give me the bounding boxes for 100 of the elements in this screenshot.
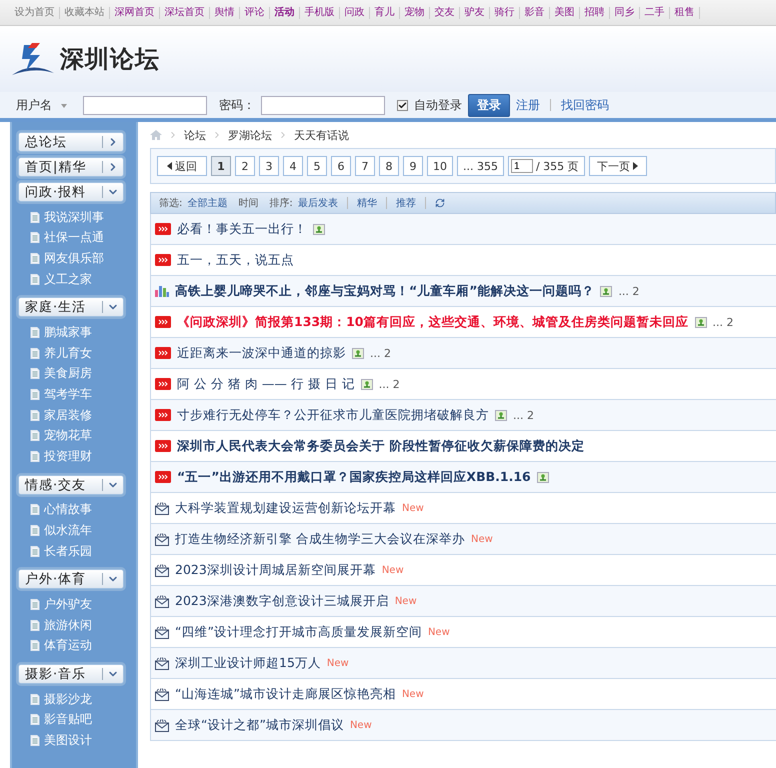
thread-title[interactable]: 必看！事关五一出行！ bbox=[177, 220, 307, 238]
thread-title[interactable]: 深圳市人民代表大会常务委员会关于 阶段性暂停征收欠薪保障费的决定 bbox=[177, 438, 584, 454]
thread-title[interactable]: “山海连城”城市设计走廊展区惊艳亮相 bbox=[175, 686, 396, 702]
page-button[interactable]: 7 bbox=[355, 156, 375, 176]
thread-title[interactable]: 深圳工业设计师超15万人 bbox=[175, 654, 321, 672]
breadcrumb-link[interactable]: 论坛 bbox=[184, 128, 206, 142]
forum-group-button[interactable]: 首页|精华 bbox=[18, 157, 124, 177]
register-link[interactable]: 注册 bbox=[516, 96, 540, 114]
envelope-icon bbox=[155, 718, 169, 732]
document-icon bbox=[30, 450, 40, 462]
password-field[interactable] bbox=[261, 96, 385, 114]
sort-link[interactable]: 最后发表 bbox=[298, 196, 338, 210]
nav-link[interactable]: 收藏本站 bbox=[60, 6, 110, 18]
thread-title[interactable]: “四维”设计理念打开城市高质量发展新空间 bbox=[175, 624, 422, 640]
recover-password-link[interactable]: 找回密码 bbox=[561, 96, 609, 114]
thread-title[interactable]: 阿 公 分 猪 肉 —— 行 摄 日 记 bbox=[177, 376, 355, 392]
page-button[interactable]: 1 bbox=[211, 156, 231, 176]
nav-link[interactable]: 设为首页 bbox=[10, 6, 60, 18]
document-icon bbox=[30, 430, 40, 442]
digest-link[interactable]: 精华 bbox=[356, 196, 377, 210]
forum-group-button[interactable]: 情感·交友 bbox=[18, 474, 124, 495]
document-icon bbox=[30, 212, 40, 223]
breadcrumb-link[interactable]: 罗湖论坛 bbox=[228, 128, 272, 142]
nav-link[interactable]: 骑行 bbox=[490, 6, 520, 18]
envelope-icon bbox=[155, 626, 169, 638]
page-link[interactable]: ... 2 bbox=[378, 378, 400, 390]
nav-link[interactable]: 招聘 bbox=[580, 6, 610, 18]
thread-title[interactable]: “五一”出游还用不用戴口罩？国家疾控局这样回应XBB.1.16 bbox=[177, 468, 531, 486]
left-triangle-icon bbox=[167, 162, 172, 170]
nav-link[interactable]: 同乡 bbox=[610, 6, 640, 18]
envelope-icon bbox=[155, 532, 169, 546]
thread-title[interactable]: 近距离来一波深中通道的掠影 bbox=[177, 344, 346, 362]
thread-title[interactable]: 打造生物经济新引擎 合成生物学三大会议在深举办 bbox=[175, 530, 465, 548]
forum-group-button[interactable]: 总论坛 bbox=[18, 132, 124, 152]
page-button[interactable]: 10 bbox=[427, 156, 453, 176]
page-button[interactable]: 6 bbox=[331, 156, 351, 176]
time-link[interactable]: 时间 bbox=[238, 196, 258, 210]
hot-thread-icon bbox=[155, 347, 171, 359]
nav-link[interactable]: 深坛首页 bbox=[160, 6, 210, 18]
page-button[interactable]: 5 bbox=[307, 156, 327, 176]
page-button[interactable]: 4 bbox=[283, 156, 303, 176]
page-button[interactable]: 8 bbox=[379, 156, 399, 176]
page-link[interactable]: ... 2 bbox=[712, 316, 734, 328]
forum-group-button[interactable]: 家庭·生活 bbox=[18, 297, 124, 318]
page-button[interactable]: ... 355 bbox=[457, 156, 504, 176]
thread-title[interactable]: 寸步难行无处停车？公开征求市儿童医院拥堵破解良方 bbox=[177, 406, 489, 424]
next-page-button[interactable]: 下一页 bbox=[588, 156, 647, 176]
forum-group-button[interactable]: 摄影·音乐 bbox=[18, 664, 124, 684]
nav-link[interactable]: 影音 bbox=[520, 6, 550, 18]
new-label: New bbox=[326, 658, 349, 668]
thread-title[interactable]: 高铁上婴儿啼哭不止，邻座与宝妈对骂！“儿童车厢”能解决这一问题吗？ bbox=[175, 282, 594, 300]
new-label: New bbox=[470, 534, 493, 544]
document-icon bbox=[30, 504, 40, 516]
page-button[interactable]: 3 bbox=[259, 156, 279, 176]
refresh-icon[interactable] bbox=[434, 198, 445, 208]
home-icon[interactable] bbox=[150, 130, 162, 140]
nav-link[interactable]: 育儿 bbox=[370, 6, 400, 18]
new-label: New bbox=[428, 626, 450, 638]
forum-group-button[interactable]: 户外·体育 bbox=[18, 569, 124, 590]
page-link[interactable]: ... 2 bbox=[618, 284, 640, 298]
hot-thread-icon bbox=[155, 378, 171, 390]
nav-link[interactable]: 评论 bbox=[240, 6, 270, 18]
thread-title[interactable]: 2023深圳设计周城居新空间展开幕 bbox=[175, 562, 376, 578]
nav-link[interactable]: 问政 bbox=[340, 6, 370, 18]
nav-link[interactable]: 手机版 bbox=[300, 6, 340, 18]
thread-title[interactable]: 2023深港澳数字创意设计三城展开启 bbox=[175, 592, 389, 610]
logo-icon bbox=[10, 41, 56, 77]
document-icon bbox=[30, 714, 40, 726]
forum-group-button[interactable]: 问政·报料 bbox=[18, 182, 124, 202]
hot-thread-icon bbox=[155, 409, 171, 421]
thread-title[interactable]: 《问政深圳》简报第133期：10篇有回应，这些交通、环境、城管及住房类问题暂未回应 bbox=[177, 314, 688, 330]
thread-title[interactable]: 大科学装置规划建设运营创新论坛开幕 bbox=[175, 500, 396, 516]
username-label[interactable]: 用户名 bbox=[16, 96, 52, 114]
nav-link[interactable]: 美图 bbox=[550, 6, 580, 18]
document-icon bbox=[30, 599, 40, 610]
page-link[interactable]: ... 2 bbox=[513, 408, 534, 422]
nav-link[interactable]: 交友 bbox=[430, 6, 460, 18]
nav-link[interactable]: 舆情 bbox=[210, 6, 240, 18]
nav-link[interactable]: 深网首页 bbox=[110, 6, 160, 18]
breadcrumb-link[interactable]: 天天有话说 bbox=[294, 128, 349, 142]
nav-link[interactable]: 宠物 bbox=[400, 6, 430, 18]
login-button[interactable]: 登录 bbox=[468, 94, 510, 116]
sort-label: 排序: bbox=[269, 196, 293, 210]
page-number-field[interactable]: 1 bbox=[510, 159, 533, 173]
recommend-link[interactable]: 推荐 bbox=[396, 196, 416, 210]
nav-link[interactable]: 活动 bbox=[270, 6, 300, 18]
thread-title[interactable]: 五一，五天，说五点 bbox=[177, 252, 294, 268]
auto-login-checkbox[interactable] bbox=[397, 100, 408, 110]
envelope-icon bbox=[155, 656, 169, 670]
thread-title[interactable]: 全球“设计之都”城市深圳倡议 bbox=[175, 716, 344, 734]
nav-link[interactable]: 二手 bbox=[640, 6, 670, 18]
nav-link[interactable]: 租售 bbox=[670, 6, 700, 18]
back-button[interactable]: 返回 bbox=[157, 156, 207, 176]
page-link[interactable]: ... 2 bbox=[370, 346, 391, 360]
filter-link[interactable]: 全部主题 bbox=[187, 196, 228, 210]
username-field[interactable] bbox=[83, 96, 207, 114]
nav-link[interactable]: 驴友 bbox=[460, 6, 490, 18]
hot-thread-icon bbox=[155, 316, 171, 328]
page-button[interactable]: 2 bbox=[235, 156, 255, 176]
page-button[interactable]: 9 bbox=[403, 156, 423, 176]
